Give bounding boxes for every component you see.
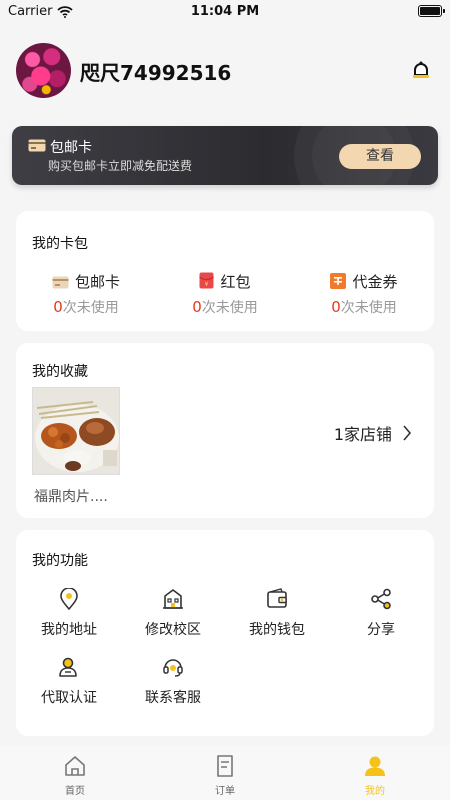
status-bar: Carrier 11:04 PM bbox=[0, 0, 450, 24]
section-title: 我的收藏 bbox=[32, 364, 88, 380]
banner-title: 包邮卡 bbox=[50, 140, 92, 156]
wallet-item-label: 红包 bbox=[220, 273, 251, 291]
free-shipping-card-banner[interactable]: 包邮卡 购买包邮卡立即减免配送费 查看 bbox=[12, 126, 438, 185]
wallet-item-red-packet[interactable]: ¥ 红包 0次未使用 bbox=[155, 269, 295, 319]
function-share[interactable]: 分享 bbox=[329, 588, 433, 644]
section-title: 我的卡包 bbox=[32, 236, 88, 252]
home-icon bbox=[65, 756, 85, 776]
status-time: 11:04 PM bbox=[190, 4, 260, 19]
function-pickup-verification[interactable]: 代取认证 bbox=[17, 656, 121, 712]
favorite-item-image[interactable] bbox=[32, 387, 120, 475]
username: 咫尺74992516 bbox=[80, 61, 232, 85]
wallet-item-free-shipping[interactable]: 包邮卡 0次未使用 bbox=[16, 269, 156, 319]
wallet-item-count: 0次未使用 bbox=[155, 297, 295, 317]
card-wallet-section: 我的卡包 包邮卡 0次未使用 ¥ 红包 0次未使用 代金券 0次未使用 bbox=[16, 211, 434, 331]
function-label: 代取认证 bbox=[41, 690, 97, 706]
food-photo bbox=[33, 388, 119, 474]
function-label: 修改校区 bbox=[145, 622, 201, 638]
functions-section: 我的功能 我的地址 修改校区 我的钱包 分享 代取认证 联系客服 bbox=[16, 530, 434, 736]
section-title: 我的功能 bbox=[32, 553, 88, 569]
orders-icon bbox=[217, 755, 233, 777]
battery-icon bbox=[418, 5, 445, 17]
avatar[interactable] bbox=[16, 43, 71, 98]
wallet-item-count: 0次未使用 bbox=[294, 297, 434, 317]
bell-icon[interactable] bbox=[410, 60, 432, 82]
wallet-item-label-row: 代金券 bbox=[294, 271, 434, 292]
count-suffix: 次未使用 bbox=[340, 300, 397, 316]
chevron-right-icon bbox=[403, 425, 412, 441]
wallet-item-label: 包邮卡 bbox=[74, 273, 120, 291]
wallet-item-voucher[interactable]: 代金券 0次未使用 bbox=[294, 269, 434, 319]
tab-label: 订单 bbox=[215, 786, 235, 797]
tab-label: 我的 bbox=[365, 786, 385, 797]
building-icon bbox=[163, 589, 183, 609]
tab-label: 首页 bbox=[65, 786, 85, 797]
svg-text:¥: ¥ bbox=[205, 281, 209, 288]
function-label: 我的钱包 bbox=[249, 622, 305, 638]
headset-icon bbox=[163, 659, 183, 677]
wallet-item-label-row: 包邮卡 bbox=[16, 271, 156, 292]
shop-count-link[interactable]: 1家店铺 bbox=[334, 421, 412, 445]
function-my-wallet[interactable]: 我的钱包 bbox=[225, 588, 329, 644]
function-label: 分享 bbox=[367, 622, 395, 638]
count-number: 0 bbox=[331, 298, 341, 316]
favorite-item-name[interactable]: 福鼎肉片.... bbox=[34, 486, 108, 506]
function-my-address[interactable]: 我的地址 bbox=[17, 588, 121, 644]
view-button[interactable]: 查看 bbox=[339, 144, 421, 169]
profile-header: 咫尺74992516 bbox=[16, 43, 434, 99]
favorites-section: 我的收藏 福鼎肉片.... 1家店铺 bbox=[16, 343, 434, 518]
location-icon bbox=[60, 588, 78, 610]
count-number: 0 bbox=[192, 298, 202, 316]
user-icon bbox=[365, 756, 385, 776]
wallet-item-label-row: ¥ 红包 bbox=[155, 271, 295, 292]
red-packet-icon: ¥ bbox=[199, 272, 215, 289]
function-change-campus[interactable]: 修改校区 bbox=[121, 588, 225, 644]
shop-count-label: 1家店铺 bbox=[333, 425, 392, 444]
function-contact-support[interactable]: 联系客服 bbox=[121, 656, 225, 712]
tab-mine[interactable]: 我的 bbox=[335, 754, 415, 797]
voucher-icon bbox=[330, 273, 347, 289]
wallet-item-label: 代金券 bbox=[352, 273, 398, 291]
user-check-icon bbox=[59, 657, 77, 677]
function-label: 联系客服 bbox=[145, 690, 201, 706]
bottom-tab-bar: 首页 订单 我的 bbox=[0, 746, 450, 800]
count-number: 0 bbox=[53, 298, 63, 316]
tab-home[interactable]: 首页 bbox=[35, 754, 115, 797]
card-icon bbox=[28, 139, 46, 152]
count-suffix: 次未使用 bbox=[62, 300, 119, 316]
share-icon bbox=[371, 588, 391, 610]
tab-orders[interactable]: 订单 bbox=[185, 754, 265, 797]
count-suffix: 次未使用 bbox=[201, 300, 258, 316]
wallet-item-count: 0次未使用 bbox=[16, 297, 156, 317]
wallet-icon bbox=[267, 588, 287, 608]
card-icon bbox=[52, 276, 69, 289]
function-label: 我的地址 bbox=[41, 622, 97, 638]
banner-subtitle: 购买包邮卡立即减免配送费 bbox=[48, 159, 193, 173]
